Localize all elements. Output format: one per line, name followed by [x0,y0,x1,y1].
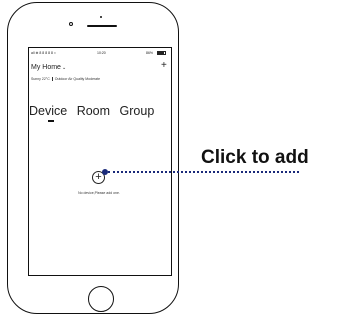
tab-device[interactable]: Device [29,104,67,118]
status-bar: all ⊕ 8 8 8 8 8 ≈ 10:20 86% [31,50,170,58]
status-time: 10:20 [97,51,106,55]
earpiece-speaker [87,25,117,27]
home-selector[interactable]: My Home⌄ [31,64,66,71]
home-title: My Home [31,64,61,71]
front-camera [69,22,73,26]
divider [51,77,53,82]
tab-selected-indicator [48,120,54,122]
tab-group[interactable]: Group [120,104,155,118]
empty-state-message: No device,Please add one. [78,191,120,195]
air-quality: Outdoor Air Quality Moderate [54,77,101,81]
home-button[interactable] [88,286,114,312]
callout-label: Click to add [201,147,309,168]
battery-icon [157,51,166,55]
phone-frame: all ⊕ 8 8 8 8 8 ≈ 10:20 86% My Home⌄ + S… [7,2,179,314]
app-screen: all ⊕ 8 8 8 8 8 ≈ 10:20 86% My Home⌄ + S… [28,47,172,276]
carrier-signal: all ⊕ 8 8 8 8 8 ≈ [31,51,56,55]
chevron-down-icon: ⌄ [61,65,67,71]
tab-bar: Device Room Group [29,104,160,118]
add-button[interactable]: + [161,61,167,71]
tab-room[interactable]: Room [77,104,110,118]
callout-leader-line [108,171,299,173]
proximity-sensor [100,16,102,18]
weather-info: Sunny 22°C Outdoor Air Quality Moderate [31,77,101,82]
weather-temperature: Sunny 22°C [31,77,50,81]
battery-percent: 86% [146,51,154,55]
